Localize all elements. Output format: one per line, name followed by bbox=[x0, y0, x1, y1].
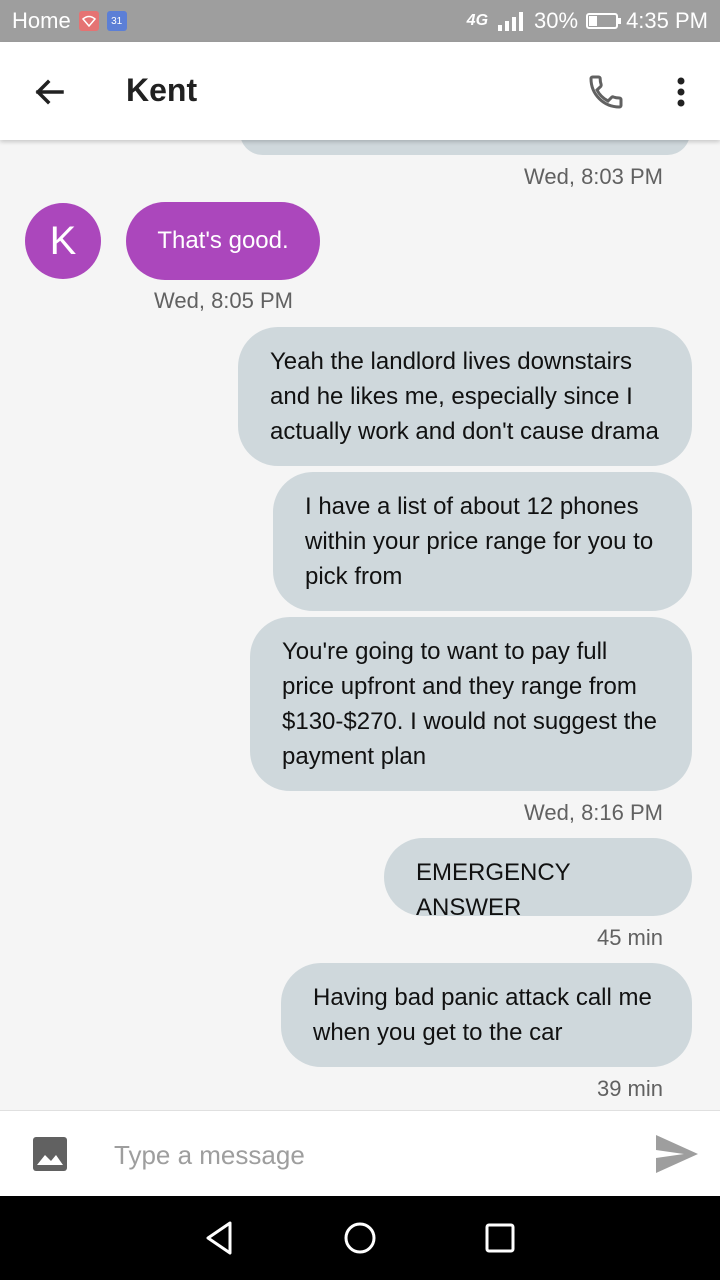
message-line: price upfront and they range from bbox=[282, 673, 637, 700]
carrier-label: Home bbox=[12, 8, 71, 33]
message-line: I have a list of about 12 phones bbox=[305, 493, 639, 520]
send-icon[interactable] bbox=[654, 1133, 700, 1175]
status-left: Home 31 bbox=[12, 8, 127, 34]
message-line: actually work and don't cause drama bbox=[270, 418, 659, 445]
more-vert-icon[interactable] bbox=[666, 72, 696, 112]
image-icon[interactable] bbox=[32, 1136, 68, 1172]
message-line: and he likes me, especially since I bbox=[270, 383, 633, 410]
clock: 4:35 PM bbox=[626, 8, 708, 33]
timestamp: 39 min bbox=[596, 1076, 663, 1101]
message-line: $130-$270. I would not suggest the bbox=[282, 708, 657, 735]
message-input[interactable] bbox=[112, 1129, 636, 1181]
timestamp: Wed, 8:16 PM bbox=[524, 800, 663, 825]
phone-icon[interactable] bbox=[586, 72, 626, 112]
conversation-header: Kent bbox=[0, 42, 720, 140]
outgoing-message-bubble[interactable]: You're going to want to pay full price u… bbox=[250, 617, 692, 791]
contact-avatar[interactable]: K bbox=[25, 203, 101, 279]
outgoing-message-bubble[interactable]: Having bad panic attack call me when you… bbox=[281, 963, 692, 1067]
message-line: EMERGENCY ANSWER bbox=[416, 859, 571, 921]
outgoing-message-bubble[interactable]: I have a list of about 12 phones within … bbox=[273, 472, 692, 611]
outgoing-message-bubble[interactable]: Yeah the landlord lives downstairs and h… bbox=[238, 327, 692, 466]
message-line: payment plan bbox=[282, 743, 427, 770]
circle-home-icon[interactable] bbox=[340, 1218, 380, 1258]
battery-icon bbox=[586, 13, 622, 29]
signal-icon bbox=[498, 12, 524, 31]
calendar-icon: 31 bbox=[106, 11, 127, 31]
wifi-notification-icon bbox=[78, 11, 99, 31]
message-text: That's good. bbox=[157, 227, 289, 254]
message-line: Yeah the landlord lives downstairs bbox=[270, 348, 633, 375]
message-line: pick from bbox=[305, 563, 403, 590]
system-navigation-bar bbox=[0, 1196, 720, 1280]
message-composer bbox=[0, 1110, 720, 1197]
outgoing-message-bubble[interactable]: EMERGENCY ANSWER bbox=[384, 838, 692, 921]
battery-percent: 30% bbox=[534, 8, 579, 33]
timestamp: Wed, 8:03 PM bbox=[524, 164, 663, 189]
message-line: within your price range for you to bbox=[305, 528, 654, 555]
network-indicator: 4G bbox=[466, 12, 489, 29]
square-recents-icon[interactable] bbox=[480, 1218, 520, 1258]
timestamp: 45 min bbox=[596, 925, 663, 950]
previous-message-bubble[interactable] bbox=[240, 140, 690, 155]
message-line: Having bad panic attack call me bbox=[313, 984, 652, 1011]
triangle-back-icon[interactable] bbox=[200, 1218, 240, 1258]
message-thread[interactable]: Wed, 8:03 PM K That's good. Wed, 8:05 PM… bbox=[0, 140, 720, 1110]
message-line: when you get to the car bbox=[313, 1019, 563, 1046]
arrow-back-icon[interactable] bbox=[30, 72, 70, 112]
status-right: 4G 30% 4:35 PM bbox=[467, 8, 708, 34]
contact-name[interactable]: Kent bbox=[126, 72, 197, 109]
message-line: You're going to want to pay full bbox=[282, 638, 608, 665]
incoming-message-bubble[interactable]: That's good. bbox=[126, 202, 320, 280]
status-bar: Home 31 4G 30% 4:35 PM bbox=[0, 0, 720, 42]
battery-level bbox=[589, 16, 598, 26]
timestamp: Wed, 8:05 PM bbox=[154, 288, 293, 313]
